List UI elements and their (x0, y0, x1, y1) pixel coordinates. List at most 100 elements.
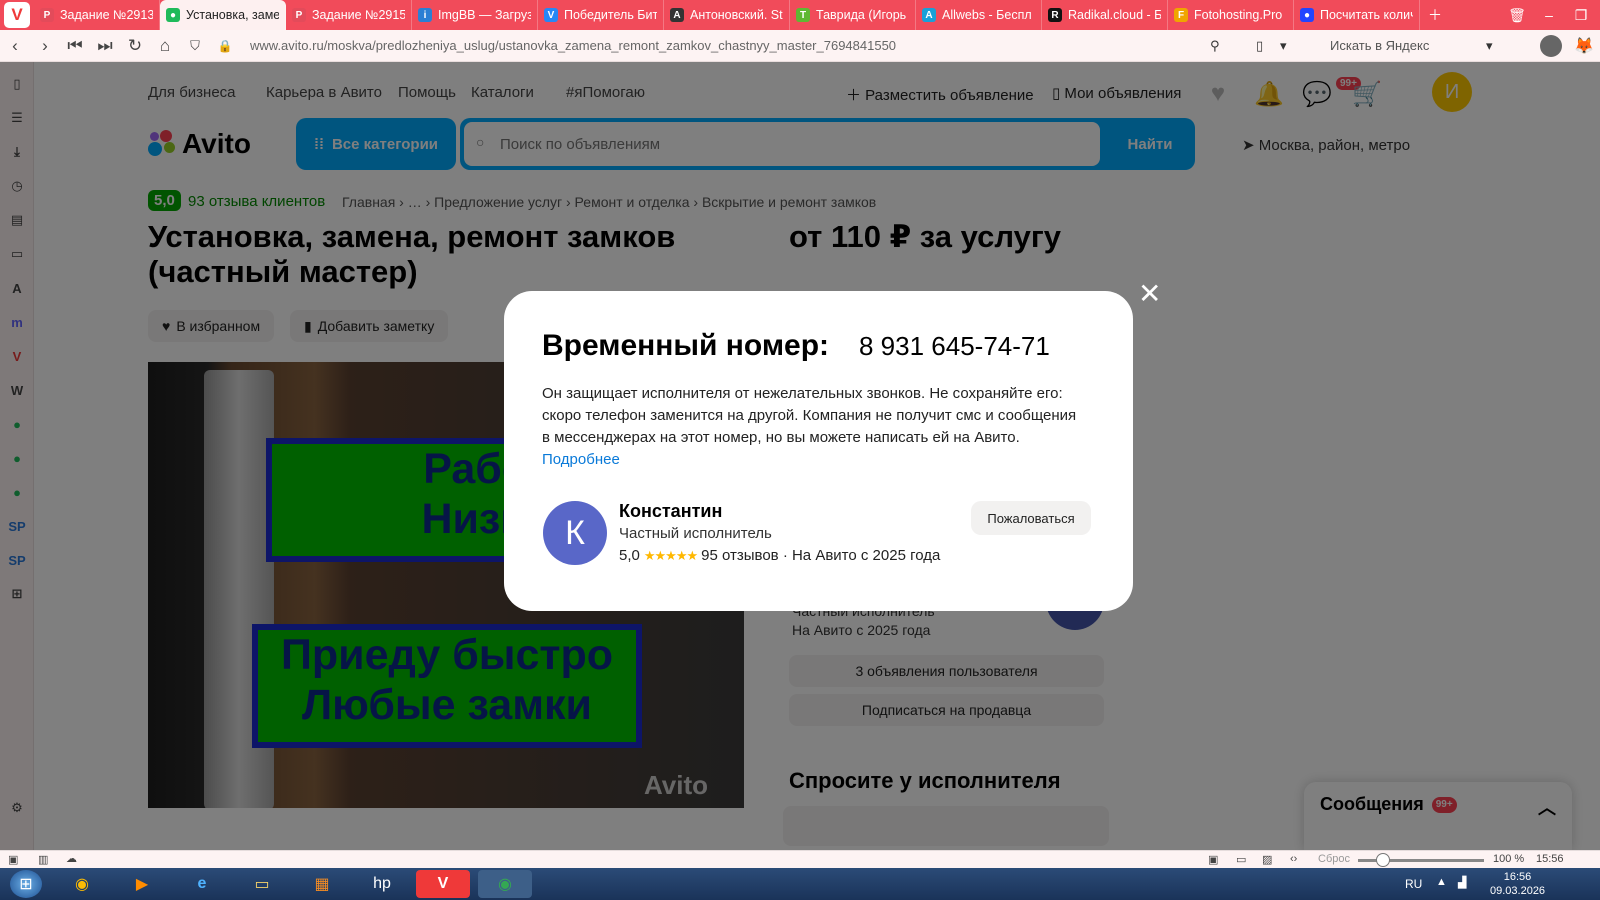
new-tab-icon[interactable]: ＋ (1420, 5, 1450, 25)
browser-tab[interactable]: P Задание №2915 (286, 0, 412, 30)
reviews-count[interactable]: 95 отзывов · На Авито с 2025 года (701, 547, 940, 564)
tab-favicon-icon: P (40, 8, 54, 22)
tab-list: P Задание №2913 ● Установка, заме P Задание №… (34, 0, 1420, 30)
dropdown-icon[interactable]: ▾ (1280, 38, 1287, 54)
browser-tab-bar: V P Задание №2913 ● Установка, заме P Задание… (0, 0, 1600, 30)
tab-favicon-icon: i (418, 8, 432, 22)
maximize-icon[interactable]: ❐ (1566, 7, 1596, 24)
browser-tab[interactable]: ● Установка, заме (160, 0, 286, 30)
taskbar-clock[interactable]: 16:56 09.03.2026 (1490, 870, 1545, 898)
complain-button[interactable]: Пожаловаться (971, 501, 1091, 535)
tab-favicon-icon: ● (166, 8, 180, 22)
reader-icon[interactable]: ⚲ (1210, 38, 1220, 54)
zoom-slider[interactable] (1358, 853, 1484, 867)
zoom-reset[interactable]: Сброс (1318, 853, 1350, 865)
media-player-taskbar-icon[interactable]: ▶ (122, 870, 162, 898)
trash-icon[interactable]: 🗑 (1502, 7, 1532, 24)
panel-toggle-icon[interactable]: ▣ (8, 853, 18, 866)
extension-fox-icon[interactable]: 🦊 (1574, 36, 1594, 56)
browser-tab[interactable]: P Задание №2913 (34, 0, 160, 30)
taskbar-date: 09.03.2026 (1490, 885, 1546, 897)
tab-favicon-icon: R (1048, 8, 1062, 22)
tab-label: Задание №2913 (60, 8, 153, 22)
sync-cloud-icon[interactable]: ☁ (66, 852, 77, 865)
vivaldi-menu-icon[interactable]: V (4, 2, 30, 28)
modal-description-text: Он защищает исполнителя от нежелательных… (542, 385, 1077, 446)
network-icon[interactable]: ▟ (1458, 876, 1466, 889)
seller-name[interactable]: Константин (619, 501, 722, 522)
reload-icon[interactable]: ↻ (120, 36, 150, 56)
minimize-icon[interactable]: – (1534, 7, 1564, 23)
zoom-slider-thumb[interactable] (1376, 853, 1390, 867)
browser-tab[interactable]: A Allwebs - Беспл (916, 0, 1042, 30)
rewind-icon[interactable]: ⏮ (60, 36, 90, 56)
tab-label: Radikal.cloud - Б (1068, 8, 1161, 22)
camera-icon[interactable]: ▣ (1208, 853, 1218, 866)
hp-taskbar-icon[interactable]: hp (362, 870, 402, 898)
address-bar: ‹ › ⏮ ⏭ ↻ ⌂ ⛉ 🔒 www.avito.ru/moskva/pred… (0, 30, 1600, 62)
more-link[interactable]: Подробнее (542, 451, 620, 468)
bookmark-icon[interactable]: ▯ (1256, 38, 1263, 54)
browser-tab[interactable]: A Антоновский. St (664, 0, 790, 30)
modal-phone[interactable]: 8 931 645-74-71 (859, 331, 1050, 362)
seller-rating: 5,0 ★★★★★ 95 отзывов · На Авито с 2025 г… (619, 547, 940, 564)
language-indicator[interactable]: RU (1405, 877, 1422, 891)
shield-icon[interactable]: ⛉ (180, 38, 210, 54)
status-clock: 15:56 (1536, 853, 1564, 865)
forward-icon[interactable]: › (30, 36, 60, 56)
lock-icon: 🔒 (217, 38, 233, 53)
browser-tab[interactable]: F Fotohosting.Pro (1168, 0, 1294, 30)
browser-tab[interactable]: R Radikal.cloud - Б (1042, 0, 1168, 30)
tab-favicon-icon: P (292, 8, 306, 22)
tab-favicon-icon: ● (1300, 8, 1314, 22)
tab-favicon-icon: A (670, 8, 684, 22)
tile-icon[interactable]: ▥ (38, 853, 48, 866)
code-icon[interactable]: ‹› (1290, 853, 1297, 865)
chrome-taskbar-icon[interactable]: ◉ (62, 870, 102, 898)
yandex-search-field[interactable]: Искать в Яндекс (1330, 38, 1429, 53)
tray-arrow-icon[interactable]: ▲ (1436, 876, 1447, 888)
tab-label: Победитель Бит (564, 8, 657, 22)
tab-label: Посчитать колич (1320, 8, 1413, 22)
star-rating-icon: ★★★★★ (643, 547, 698, 563)
page-actions-icon[interactable]: ▭ (1236, 853, 1246, 866)
zoom-level[interactable]: 100 % (1493, 853, 1524, 865)
search-engine-dropdown-icon[interactable]: ▾ (1486, 38, 1493, 54)
taskbar-time: 16:56 (1503, 871, 1532, 883)
explorer-taskbar-icon[interactable]: ▭ (242, 870, 282, 898)
start-button[interactable]: ⊞ (10, 870, 42, 898)
tab-favicon-icon: V (544, 8, 558, 22)
rating-value: 5,0 (619, 547, 640, 564)
tab-favicon-icon: F (1174, 8, 1188, 22)
tab-label: ImgBB — Загруз (438, 8, 531, 22)
browser-tab[interactable]: i ImgBB — Загруз (412, 0, 538, 30)
windows-taskbar: ⊞ ◉ ▶ e ▭ ▦ hp V ◉ RU ▲ ▟ 16:56 09.03.20… (0, 868, 1600, 900)
fast-forward-icon[interactable]: ⏭ (90, 36, 120, 56)
home-icon[interactable]: ⌂ (150, 36, 180, 56)
browser-status-bar: ▣ ▥ ☁ ▣ ▭ ▨ ‹› Сброс 100 % 15:56 (0, 850, 1600, 868)
tab-label: Задание №2915 (312, 8, 405, 22)
seller-avatar-modal[interactable]: К (543, 501, 607, 565)
url-field[interactable]: www.avito.ru/moskva/predlozheniya_uslug/… (250, 38, 1205, 53)
chrome-taskbar-icon-2[interactable]: ◉ (478, 870, 532, 898)
seller-role-modal: Частный исполнитель (619, 525, 772, 542)
vivaldi-taskbar-icon[interactable]: V (416, 870, 470, 898)
modal-title: Временный номер: (542, 329, 830, 362)
profile-avatar[interactable] (1540, 35, 1562, 57)
browser-tab[interactable]: ● Посчитать колич (1294, 0, 1420, 30)
browser-tab[interactable]: T Таврида (Игорь (790, 0, 916, 30)
control-panel-taskbar-icon[interactable]: ▦ (302, 870, 342, 898)
tab-favicon-icon: A (922, 8, 936, 22)
modal-description: Он защищает исполнителя от нежелательных… (542, 383, 1087, 471)
image-icon[interactable]: ▨ (1262, 853, 1272, 866)
tab-label: Установка, заме (186, 8, 279, 22)
ie-taskbar-icon[interactable]: e (182, 870, 222, 898)
back-icon[interactable]: ‹ (0, 36, 30, 56)
tab-label: Allwebs - Беспл (942, 8, 1032, 22)
browser-tab[interactable]: V Победитель Бит (538, 0, 664, 30)
tab-favicon-icon: T (796, 8, 810, 22)
temporary-number-modal: Временный номер: 8 931 645-74-71 Он защи… (504, 291, 1133, 611)
close-icon[interactable]: ✕ (1138, 280, 1161, 308)
tab-label: Антоновский. St (690, 8, 783, 22)
window-controls: ＋ 🗑 – ❐ ✕ (1420, 5, 1600, 25)
